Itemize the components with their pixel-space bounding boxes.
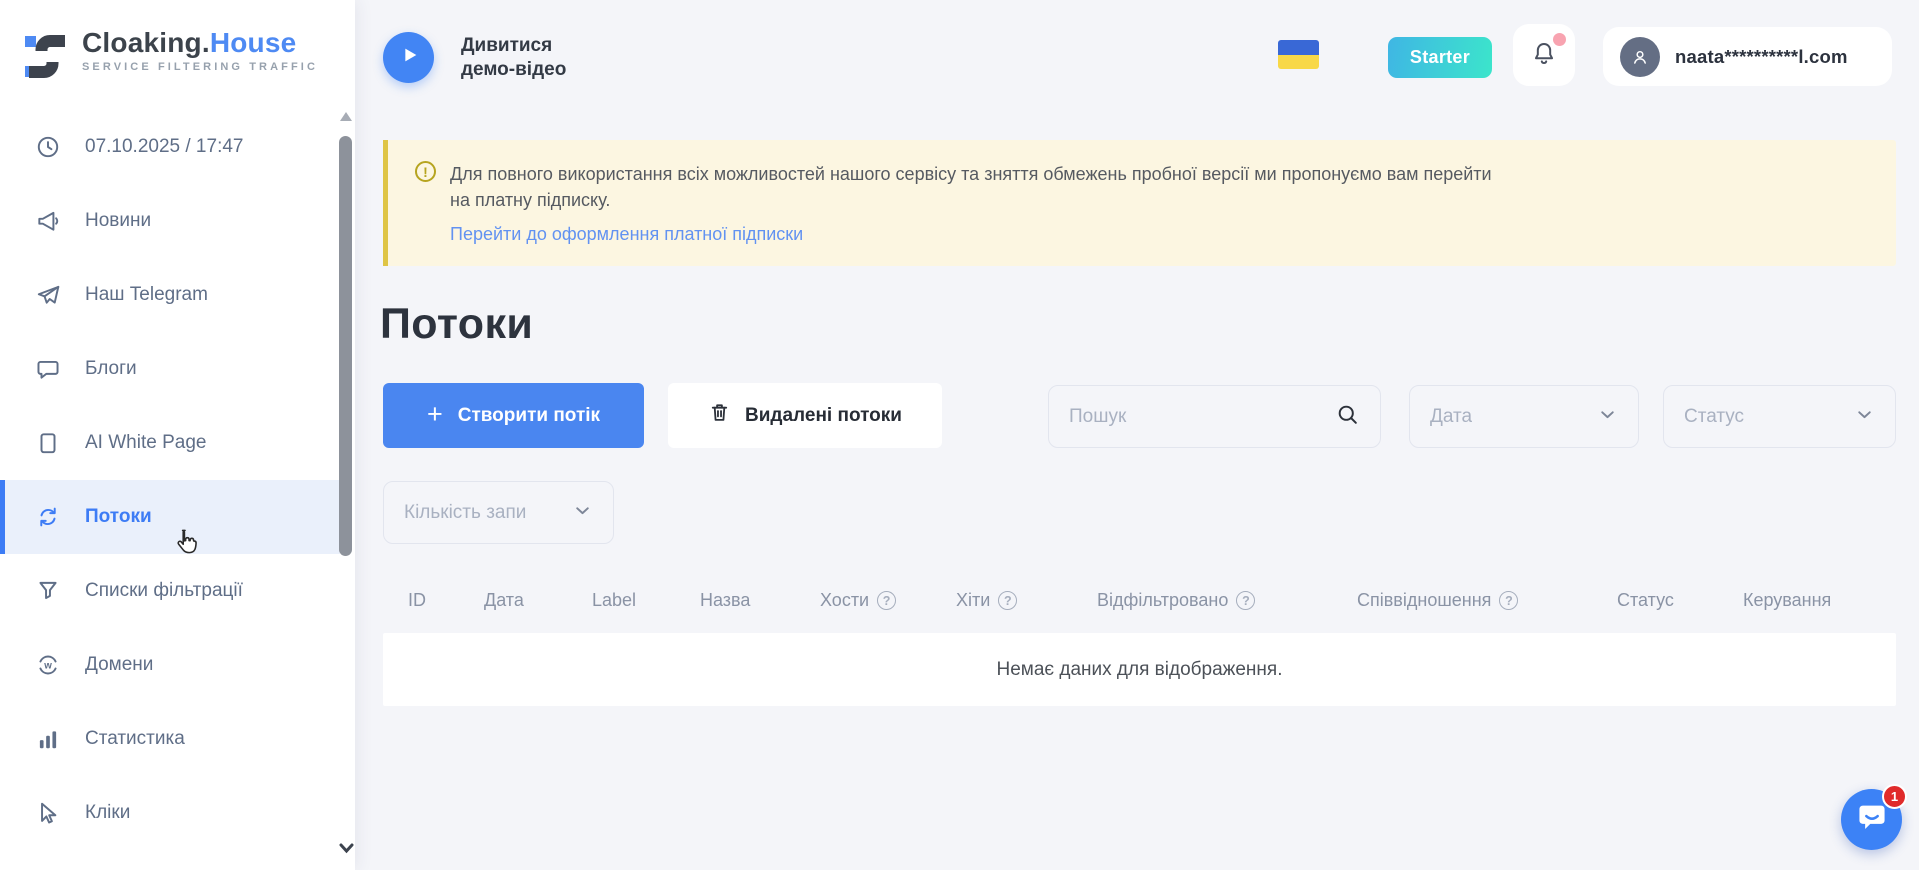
scrollbar-thumb[interactable] [339,136,352,556]
search-icon [1335,402,1360,432]
streams-sync-icon [34,504,61,531]
table-empty-state: Немає даних для відображення. [383,633,1896,706]
banner-message: Для повного використання всіх можливосте… [450,161,1495,213]
sidebar-item-telegram[interactable]: Наш Telegram [0,258,340,332]
table-header-row: ID Дата Label Назва Хости? Хіти? Відфіль… [383,581,1896,623]
user-avatar-icon [1620,37,1660,77]
trash-icon [708,401,731,430]
brand-tagline: SERVICE FILTERING TRAFFIC [82,61,318,73]
notifications-button[interactable] [1513,24,1575,86]
sidebar-item-streams[interactable]: Потоки [0,480,340,554]
sidebar-scrollbar [338,112,354,862]
column-header-hosts: Хости? [820,590,896,611]
upgrade-subscription-link[interactable]: Перейти до оформлення платної підписки [450,224,803,245]
chevron-down-icon [1597,404,1618,430]
clock-icon [34,134,61,161]
domain-w-icon: w [34,652,61,679]
chat-widget-button[interactable]: 1 [1841,789,1902,850]
column-header-label: Label [592,590,636,611]
column-header-id: ID [408,590,426,611]
sidebar-item-clicks[interactable]: Кліки [0,776,340,850]
date-filter-select[interactable]: Дата [1409,385,1639,448]
warning-icon: ! [415,161,436,182]
help-icon[interactable]: ? [1236,591,1255,610]
sidebar-item-statistics[interactable]: Статистика [0,702,340,776]
column-header-ratio: Співвідношення? [1357,590,1518,611]
column-header-hits: Хіти? [956,590,1017,611]
demo-video-label[interactable]: Дивитися демо-відео [461,34,593,82]
sidebar: Cloaking.House SERVICE FILTERING TRAFFIC… [0,0,355,870]
create-stream-button[interactable]: + Створити потік [383,383,644,448]
help-icon[interactable]: ? [998,591,1017,610]
per-page-select[interactable]: Кількість запи [383,481,614,544]
help-icon[interactable]: ? [1499,591,1518,610]
page-title: Потоки [380,300,533,349]
sidebar-nav: 07.10.2025 / 17:47 Новини Наш Telegram Б… [0,110,340,850]
language-flag-ukraine[interactable] [1278,40,1319,69]
sidebar-item-ai-white-page[interactable]: AI White Page [0,406,340,480]
scroll-down-arrow-icon[interactable] [338,841,355,860]
svg-text:w: w [43,660,52,671]
help-icon[interactable]: ? [877,591,896,610]
brand-logo-icon [24,28,70,90]
column-header-name: Назва [700,590,750,611]
search-box [1048,385,1381,448]
sidebar-item-blogs[interactable]: Блоги [0,332,340,406]
notification-dot [1553,33,1566,46]
plan-badge[interactable]: Starter [1388,37,1492,78]
demo-video-play-button[interactable] [383,32,434,83]
bar-chart-icon [34,726,61,753]
column-header-status: Статус [1617,590,1674,611]
chevron-down-icon [1854,404,1875,430]
flag-blue-stripe [1278,40,1319,55]
column-header-date: Дата [484,590,524,611]
play-icon [398,44,420,71]
chevron-down-icon [572,500,593,526]
brand-title: Cloaking.House [82,28,318,58]
megaphone-icon [34,208,61,235]
sidebar-item-news[interactable]: Новини [0,184,340,258]
sidebar-item-domains[interactable]: w Домени [0,628,340,702]
brand-text: Cloaking.House SERVICE FILTERING TRAFFIC [82,28,318,73]
chat-widget-icon [1856,801,1888,838]
trial-warning-banner: ! Для повного використання всіх можливос… [383,140,1896,266]
chat-unread-badge: 1 [1882,784,1907,809]
user-account-button[interactable]: naata**********l.com [1603,27,1892,86]
main-content: Дивитися демо-відео Starter naata*******… [355,0,1919,870]
sidebar-datetime: 07.10.2025 / 17:47 [0,110,340,184]
status-filter-select[interactable]: Статус [1663,385,1896,448]
search-input[interactable] [1069,406,1335,428]
user-email: naata**********l.com [1675,46,1848,68]
telegram-icon [34,282,61,309]
brand-logo[interactable]: Cloaking.House SERVICE FILTERING TRAFFIC [24,28,318,90]
deleted-streams-button[interactable]: Видалені потоки [668,383,942,448]
filter-funnel-icon [34,578,61,605]
sidebar-item-filter-lists[interactable]: Списки фільтрації [0,554,340,628]
scroll-up-arrow-icon[interactable] [340,112,352,121]
app-root: Cloaking.House SERVICE FILTERING TRAFFIC… [0,0,1919,870]
column-header-manage: Керування [1743,590,1831,611]
flag-yellow-stripe [1278,55,1319,70]
chat-bubble-icon [34,356,61,383]
page-icon [34,430,61,457]
cursor-click-icon [34,800,61,827]
column-header-filtered: Відфільтровано? [1097,590,1255,611]
plus-icon: + [427,401,443,428]
